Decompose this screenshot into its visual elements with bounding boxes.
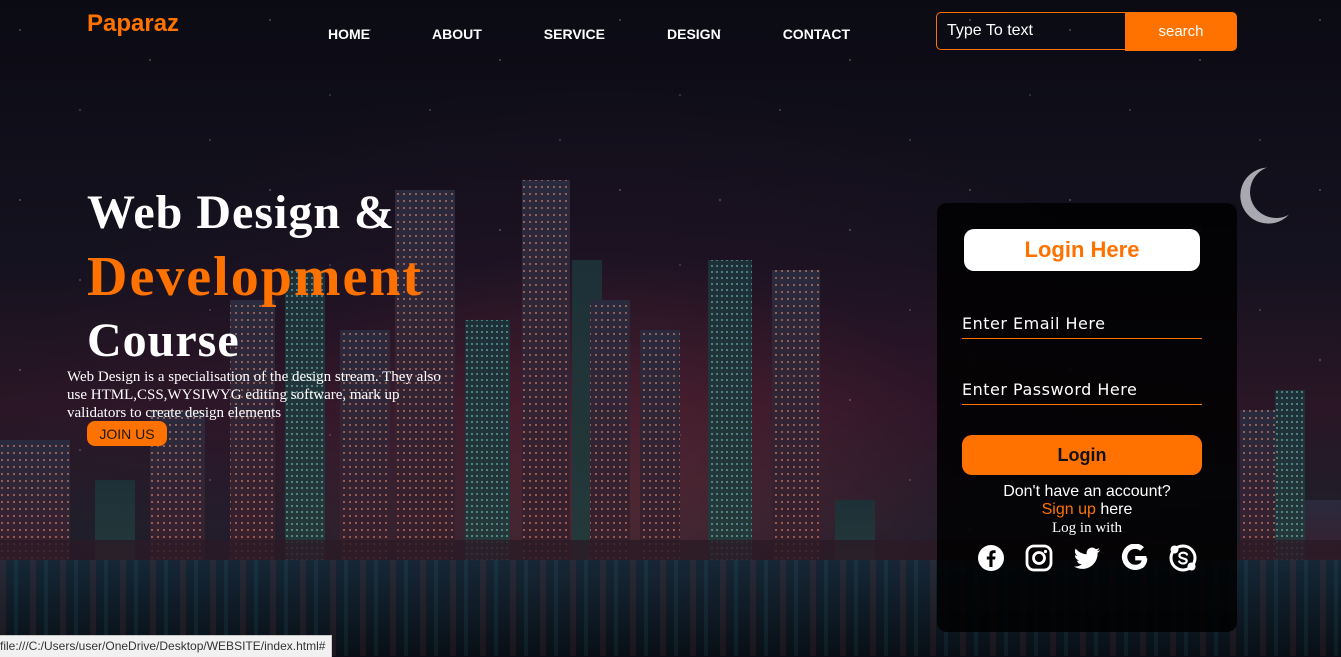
email-field[interactable] [962, 309, 1202, 339]
skype-icon[interactable] [1169, 544, 1197, 572]
signup-prompt: Don't have an account? Sign up here [937, 483, 1237, 519]
search-input[interactable] [936, 12, 1125, 50]
status-bar-url: file:///C:/Users/user/OneDrive/Desktop/W… [0, 635, 333, 657]
hero-title: Web Design & Development Course [87, 182, 423, 372]
social-login-icons [977, 543, 1197, 572]
nav-about[interactable]: ABOUT [432, 26, 482, 42]
no-account-text: Don't have an account? [1003, 483, 1171, 500]
instagram-icon[interactable] [1025, 544, 1053, 572]
join-us-button[interactable]: JOIN US [87, 421, 167, 446]
hero-title-line3: Course [87, 314, 240, 367]
search-button[interactable]: search [1125, 11, 1237, 51]
login-card: Login Here Login Don't have an account? … [937, 203, 1237, 632]
password-field[interactable] [962, 375, 1202, 405]
nav-contact[interactable]: CONTACT [783, 26, 850, 42]
search-bar: search [936, 11, 1237, 51]
twitter-icon[interactable] [1073, 544, 1101, 572]
hero-description: Web Design is a specialisation of the de… [67, 369, 441, 421]
nav-design[interactable]: DESIGN [667, 26, 721, 42]
main-nav: HOME ABOUT SERVICE DESIGN CONTACT [328, 26, 850, 42]
signup-suffix: here [1095, 501, 1133, 518]
logo[interactable]: Paparaz [87, 10, 179, 38]
signup-link[interactable]: Sign up [1042, 501, 1096, 518]
hero-title-line1: Web Design & [87, 186, 396, 239]
login-button[interactable]: Login [962, 435, 1202, 475]
nav-home[interactable]: HOME [328, 26, 370, 42]
login-with-label: Log in with [1052, 520, 1122, 536]
login-title: Login Here [964, 229, 1200, 271]
facebook-icon[interactable] [977, 544, 1005, 572]
google-icon[interactable] [1121, 543, 1149, 572]
hero-title-line2: Development [87, 246, 424, 308]
nav-service[interactable]: SERVICE [544, 26, 605, 42]
